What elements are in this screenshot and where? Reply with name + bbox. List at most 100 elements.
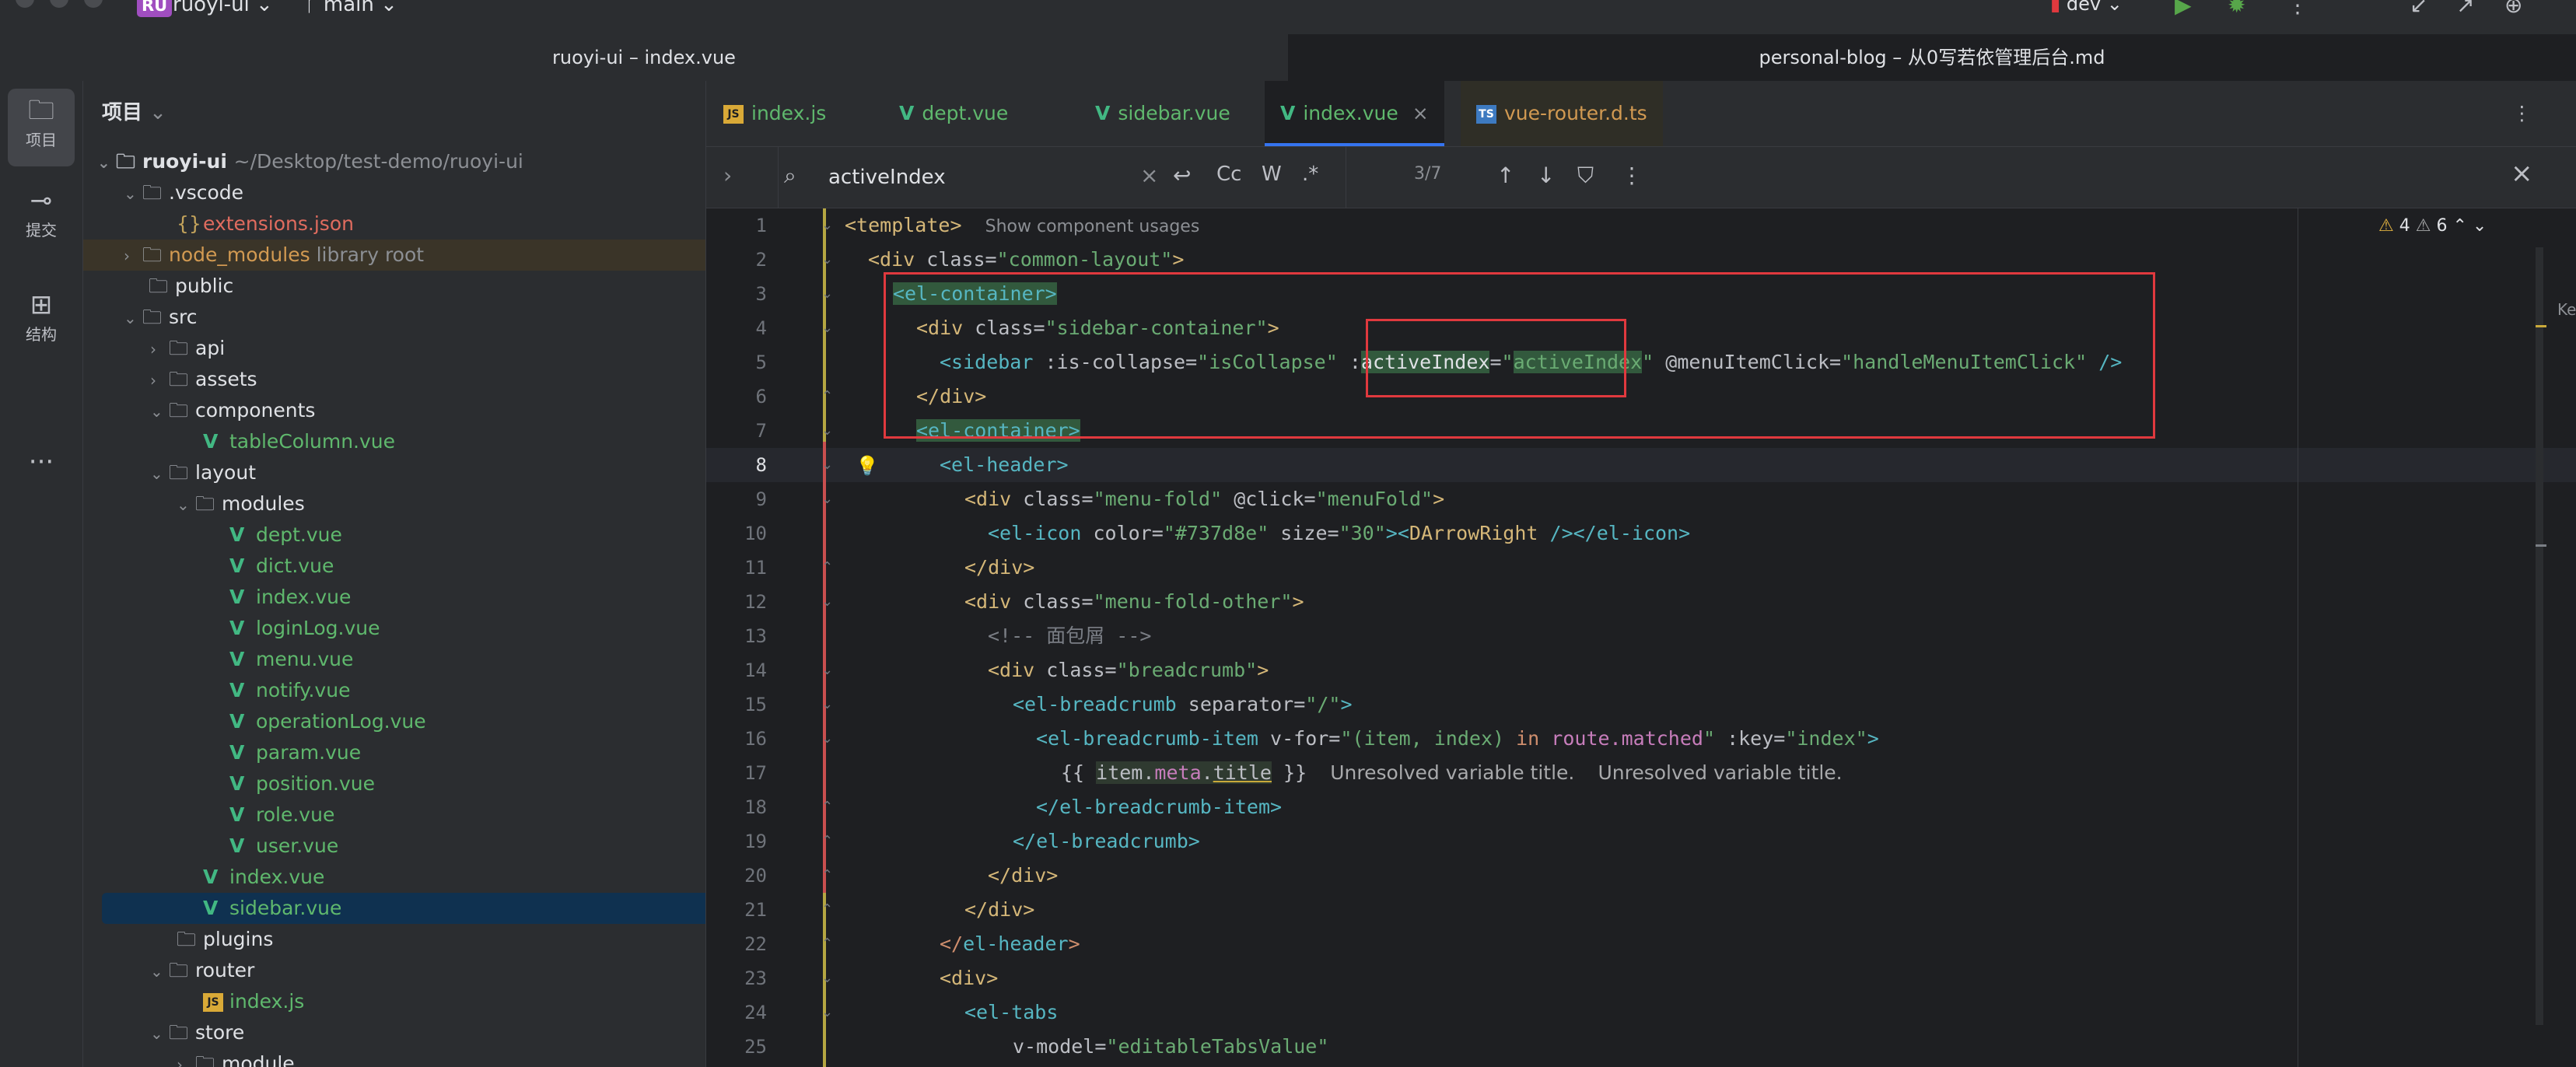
fold-marker-icon[interactable]: ⌃	[821, 927, 833, 961]
fold-marker-icon[interactable]: ⌃	[821, 893, 833, 927]
match-case-button[interactable]: Cc	[1216, 163, 1241, 186]
maximize-window-icon[interactable]	[84, 0, 103, 8]
code-line-9[interactable]: <div class="menu-fold" @click="menuFold"…	[964, 482, 1444, 516]
fold-marker-icon[interactable]: ⌃	[821, 859, 833, 893]
fold-marker-icon[interactable]: ⌄	[821, 482, 833, 516]
tree-item-ruoyi-ui[interactable]: ⌄ 🗀 ruoyi-ui ~/Desktop/test-demo/ruoyi-ui	[83, 146, 705, 177]
fold-marker-icon[interactable]: ⌃	[821, 380, 833, 414]
tree-item-assets[interactable]: › 🗀 assets	[83, 364, 705, 395]
run-config-selector[interactable]: ▮ dev ⌄	[2050, 0, 2123, 15]
tree-item-layout-index-vue[interactable]: Vindex.vue	[83, 862, 705, 893]
more-tools-icon[interactable]: ···	[8, 446, 75, 478]
more-actions-icon[interactable]: ⋮	[2287, 0, 2308, 18]
fold-marker-icon[interactable]: ⌄	[821, 722, 833, 756]
code-line-10[interactable]: <el-icon color="#737d8e" size="30"><DArr…	[988, 516, 1690, 551]
tool-project[interactable]: 🗀 项目	[8, 89, 75, 166]
tree-item-api[interactable]: › 🗀 api	[83, 333, 705, 364]
code-line-12[interactable]: <div class="menu-fold-other">	[964, 585, 1304, 619]
tab-index-vue[interactable]: Vindex.vue ×	[1265, 81, 1444, 146]
tab-dept-vue[interactable]: Vdept.vue	[884, 81, 1024, 146]
fold-marker-icon[interactable]: ⌃	[821, 824, 833, 859]
debug-icon[interactable]: ✹	[2228, 0, 2245, 18]
code-line-8[interactable]: <el-header>	[940, 448, 1069, 482]
fold-marker-icon[interactable]: ⌄	[821, 208, 833, 243]
add-user-icon[interactable]: ⊕	[2504, 0, 2522, 18]
fold-marker-icon[interactable]: ⌄	[821, 961, 833, 995]
expand-replace-icon[interactable]: ›	[723, 163, 732, 188]
arrow-icon[interactable]: ↗	[2456, 0, 2474, 18]
tool-commit[interactable]: ⊸ 提交	[8, 184, 75, 240]
previous-occurrence-icon[interactable]: ↑	[1496, 163, 1514, 188]
code-line-18[interactable]: </el-breadcrumb-item>	[1036, 790, 1282, 824]
tree-item-module[interactable]: › 🗀 module	[83, 1048, 705, 1067]
tree-item-user-vue[interactable]: Vuser.vue	[83, 831, 705, 862]
window-tab-ruoyi[interactable]: ruoyi-ui – index.vue	[0, 34, 1288, 81]
arrow-icon[interactable]: ↙	[2410, 0, 2427, 18]
fold-marker-icon[interactable]: ⌄	[821, 448, 833, 482]
code-line-23[interactable]: <div>	[940, 961, 998, 995]
regex-button[interactable]: .*	[1302, 163, 1318, 186]
tree-item-public[interactable]: 🗀 public	[83, 271, 705, 302]
next-highlight-icon[interactable]: ⌄	[2473, 216, 2487, 236]
code-line-16[interactable]: <el-breadcrumb-item v-for="(item, index)…	[1036, 722, 1879, 756]
tool-structure[interactable]: ⊞ 结构	[8, 288, 75, 345]
tree-item-router[interactable]: ⌄ 🗀 router	[83, 955, 705, 986]
minimize-window-icon[interactable]	[50, 0, 68, 8]
code-line-20[interactable]: </div>	[988, 859, 1058, 893]
tree-item-role-vue[interactable]: Vrole.vue	[83, 799, 705, 831]
fold-marker-icon[interactable]: ⌃	[821, 790, 833, 824]
tree-item-dict-vue[interactable]: Vdict.vue	[83, 551, 705, 582]
clear-search-icon[interactable]: ×	[1140, 163, 1158, 188]
tree-item-layout[interactable]: ⌄ 🗀 layout	[83, 457, 705, 488]
tree-item-operationlog-vue[interactable]: VoperationLog.vue	[83, 706, 705, 737]
tree-item-notify-vue[interactable]: Vnotify.vue	[83, 675, 705, 706]
fold-marker-icon[interactable]: ⌄	[821, 243, 833, 277]
project-badge[interactable]: RU	[137, 0, 173, 17]
code-editor[interactable]: 1 2 3 4 5 6 7 8 9 10 11 12 13 14 15 16 1…	[706, 208, 2576, 1067]
tree-item-extensions-json[interactable]: {}extensions.json	[83, 208, 705, 240]
close-tab-icon[interactable]: ×	[1412, 102, 1429, 124]
code-line-11[interactable]: </div>	[964, 551, 1034, 585]
fold-marker-icon[interactable]: ⌃	[821, 551, 833, 585]
code-line-14[interactable]: <div class="breadcrumb">	[988, 653, 1269, 687]
search-input[interactable]	[827, 159, 1087, 195]
tree-item-param-vue[interactable]: Vparam.vue	[83, 737, 705, 768]
previous-highlight-icon[interactable]: ⌃	[2452, 216, 2466, 236]
tree-item-position-vue[interactable]: Vposition.vue	[83, 768, 705, 799]
close-window-icon[interactable]	[16, 0, 34, 8]
fold-marker-icon[interactable]: ⌄	[821, 585, 833, 619]
fold-marker-icon[interactable]: ⌄	[821, 653, 833, 687]
error-stripe-mark[interactable]	[2536, 325, 2546, 327]
tree-item-tablecolumn-vue[interactable]: VtableColumn.vue	[83, 426, 705, 457]
tree-item-plugins[interactable]: 🗀 plugins	[83, 924, 705, 955]
project-panel-title[interactable]: 项目 ⌄	[102, 96, 166, 125]
tree-item-src[interactable]: ⌄ 🗀 src	[83, 302, 705, 333]
project-switcher[interactable]: ruoyi-ui ⌄	[173, 0, 273, 16]
fold-marker-icon[interactable]: ⌄	[821, 995, 833, 1030]
code-line-22[interactable]: </el-header>	[940, 927, 1080, 961]
tab-sidebar-vue[interactable]: Vsidebar.vue	[1080, 81, 1246, 146]
close-find-bar-icon[interactable]: ×	[2511, 158, 2533, 189]
vertical-scrollbar[interactable]	[2536, 247, 2543, 1025]
code-line-21[interactable]: </div>	[964, 893, 1034, 927]
inspection-widget[interactable]: ⚠ 4 ⚠ 6 ⌃ ⌄	[2378, 216, 2487, 236]
search-history-icon[interactable]: ⌕	[784, 163, 796, 189]
tree-item-menu-vue[interactable]: Vmenu.vue	[83, 644, 705, 675]
tree-item-dept-vue[interactable]: Vdept.vue	[83, 520, 705, 551]
code-line-19[interactable]: </el-breadcrumb>	[1013, 824, 1200, 859]
component-usages-hint[interactable]: Show component usages	[985, 217, 1200, 236]
run-icon[interactable]: ▶	[2175, 0, 2192, 18]
new-line-icon[interactable]: ↩	[1173, 163, 1191, 188]
lightbulb-icon[interactable]: 💡	[856, 455, 879, 477]
tree-item-store[interactable]: ⌄ 🗀 store	[83, 1017, 705, 1048]
tree-item-components[interactable]: ⌄ 🗀 components	[83, 395, 705, 426]
code-line-13[interactable]: <!-- 面包屑 -->	[988, 619, 1151, 653]
more-search-options-icon[interactable]: ⋮	[1621, 163, 1643, 188]
tree-item-modules-index-vue[interactable]: Vindex.vue	[83, 582, 705, 613]
tree-item-node-modules[interactable]: › 🗀 node_modules library root	[83, 240, 705, 271]
whole-words-button[interactable]: W	[1262, 163, 1282, 186]
fold-marker-icon[interactable]: ⌄	[821, 277, 833, 311]
branch-switcher[interactable]: ᚴ main ⌄	[305, 0, 397, 16]
tab-vue-router-dts[interactable]: TS vue-router.d.ts	[1461, 81, 1663, 146]
tree-item-loginlog-vue[interactable]: VloginLog.vue	[83, 613, 705, 644]
